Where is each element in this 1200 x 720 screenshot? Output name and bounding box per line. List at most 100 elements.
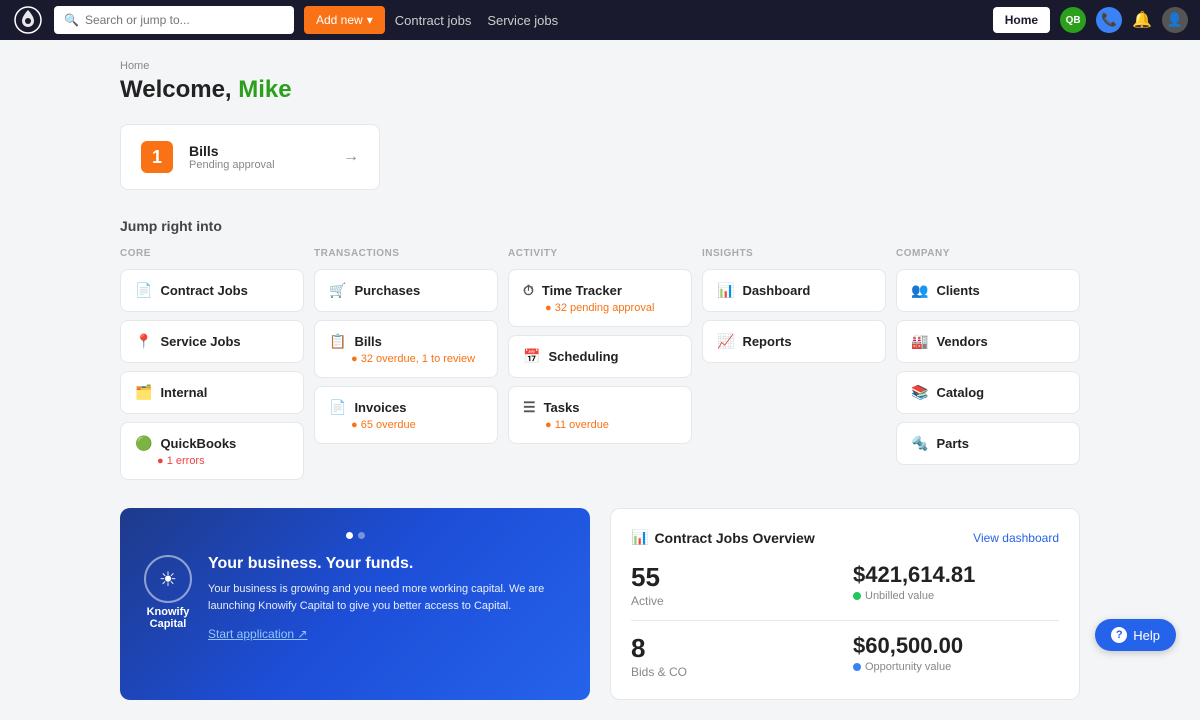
scheduling-icon: 📅 xyxy=(523,348,540,365)
promo-logo: ☀ KnowifyCapital xyxy=(144,555,192,630)
clients-label: Clients xyxy=(936,283,979,298)
user-icon: 👤 xyxy=(1167,12,1183,28)
promo-cta-link[interactable]: Start application ↗ xyxy=(208,627,307,641)
unbilled-sub-text: Unbilled value xyxy=(865,590,934,602)
service-jobs-label: Service Jobs xyxy=(160,334,240,349)
contract-jobs-label: Contract Jobs xyxy=(160,283,247,298)
view-dashboard-link[interactable]: View dashboard xyxy=(973,531,1059,545)
jump-card-vendors[interactable]: 🏭 Vendors xyxy=(896,320,1080,363)
help-button[interactable]: ? Help xyxy=(1095,619,1176,651)
jump-card-time-tracker[interactable]: ⏱ Time Tracker ● 32 pending approval xyxy=(508,269,692,327)
promo-body: Your business is growing and you need mo… xyxy=(208,581,566,614)
opportunity-dot xyxy=(853,663,861,671)
time-tracker-label: Time Tracker xyxy=(542,283,622,298)
jump-col-activity: ACTIVITY ⏱ Time Tracker ● 32 pending app… xyxy=(508,248,692,480)
home-button[interactable]: Home xyxy=(993,7,1050,33)
main-content: Home Welcome, Mike 1 Bills Pending appro… xyxy=(0,40,1200,720)
jump-card-clients[interactable]: 👥 Clients xyxy=(896,269,1080,312)
tasks-label: Tasks xyxy=(544,400,580,415)
col-label-insights: INSIGHTS xyxy=(702,248,886,259)
overview-card: 📊 Contract Jobs Overview View dashboard … xyxy=(610,508,1080,700)
promo-dot-1[interactable] xyxy=(346,532,353,539)
internal-label: Internal xyxy=(160,385,207,400)
promo-dot-2[interactable] xyxy=(358,532,365,539)
vendors-label: Vendors xyxy=(936,334,987,349)
promo-logo-circle: ☀ xyxy=(144,555,192,603)
col-label-core: CORE xyxy=(120,248,304,259)
bills-card[interactable]: 1 Bills Pending approval → xyxy=(120,124,380,190)
promo-dots xyxy=(144,532,566,539)
user-avatar[interactable]: 👤 xyxy=(1162,7,1188,33)
dropdown-icon: ▾ xyxy=(367,13,373,27)
catalog-label: Catalog xyxy=(936,385,984,400)
jump-card-quickbooks[interactable]: 🟢 QuickBooks ● 1 errors xyxy=(120,422,304,480)
jump-card-catalog[interactable]: 📚 Catalog xyxy=(896,371,1080,414)
col-label-company: COMPANY xyxy=(896,248,1080,259)
opportunity-sub-text: Opportunity value xyxy=(865,661,951,673)
jump-card-internal[interactable]: 🗂️ Internal xyxy=(120,371,304,414)
phone-button[interactable]: 📞 xyxy=(1096,7,1122,33)
jump-card-invoices[interactable]: 📄 Invoices ● 65 overdue xyxy=(314,386,498,444)
quickbooks-avatar[interactable]: QB xyxy=(1060,7,1086,33)
internal-icon: 🗂️ xyxy=(135,384,152,401)
parts-label: Parts xyxy=(936,436,969,451)
overview-icon: 📊 xyxy=(631,529,648,546)
stat-active-number: 55 xyxy=(631,562,837,593)
jump-card-bills[interactable]: 📋 Bills ● 32 overdue, 1 to review xyxy=(314,320,498,378)
bottom-section: ☀ KnowifyCapital Your business. Your fun… xyxy=(120,508,1080,700)
stat-active: 55 Active xyxy=(631,562,837,608)
stat-bids-number: 8 xyxy=(631,633,837,664)
nav-links: Contract jobs Service jobs xyxy=(395,13,983,28)
add-new-label: Add new xyxy=(316,13,363,27)
welcome-name: Mike xyxy=(238,76,291,103)
jump-card-scheduling[interactable]: 📅 Scheduling xyxy=(508,335,692,378)
bills-card-arrow: → xyxy=(343,148,359,166)
vendors-icon: 🏭 xyxy=(911,333,928,350)
nav-service-jobs-link[interactable]: Service jobs xyxy=(487,13,558,28)
jump-card-tasks[interactable]: ☰ Tasks ● 11 overdue xyxy=(508,386,692,444)
notifications-icon[interactable]: 🔔 xyxy=(1132,10,1152,30)
tasks-sub: ● 11 overdue xyxy=(523,419,677,431)
nav-contract-jobs-link[interactable]: Contract jobs xyxy=(395,13,472,28)
jump-card-reports[interactable]: 📈 Reports xyxy=(702,320,886,363)
overview-title-text: Contract Jobs Overview xyxy=(654,530,814,546)
promo-logo-icon: ☀ xyxy=(159,567,177,592)
invoices-icon: 📄 xyxy=(329,399,346,416)
jump-card-contract-jobs[interactable]: 📄 Contract Jobs xyxy=(120,269,304,312)
help-icon: ? xyxy=(1111,627,1127,643)
col-label-transactions: TRANSACTIONS xyxy=(314,248,498,259)
search-bar[interactable]: 🔍 xyxy=(54,6,294,34)
search-input[interactable] xyxy=(85,13,284,27)
dashboard-label: Dashboard xyxy=(742,283,810,298)
stat-opportunity-sub: Opportunity value xyxy=(853,661,1059,673)
help-label: Help xyxy=(1133,628,1160,643)
promo-headline: Your business. Your funds. xyxy=(208,555,566,573)
search-icon: 🔍 xyxy=(64,13,79,27)
jump-card-purchases[interactable]: 🛒 Purchases xyxy=(314,269,498,312)
dashboard-icon: 📊 xyxy=(717,282,734,299)
bills-badge: 1 xyxy=(141,141,173,173)
jump-col-company: COMPANY 👥 Clients 🏭 Vendors 📚 Catalog xyxy=(896,248,1080,480)
jump-card-dashboard[interactable]: 📊 Dashboard xyxy=(702,269,886,312)
add-new-button[interactable]: Add new ▾ xyxy=(304,6,385,34)
bills-card-title: Bills xyxy=(189,143,327,159)
jump-card-parts[interactable]: 🔩 Parts xyxy=(896,422,1080,465)
clients-icon: 👥 xyxy=(911,282,928,299)
jump-grid: CORE 📄 Contract Jobs 📍 Service Jobs 🗂️ I… xyxy=(120,248,1080,480)
stat-unbilled-value: $421,614.81 xyxy=(853,562,1059,588)
quickbooks-icon: 🟢 xyxy=(135,435,152,452)
contract-jobs-icon: 📄 xyxy=(135,282,152,299)
purchases-icon: 🛒 xyxy=(329,282,346,299)
jump-col-transactions: TRANSACTIONS 🛒 Purchases 📋 Bills ● 32 ov… xyxy=(314,248,498,480)
purchases-label: Purchases xyxy=(354,283,420,298)
jump-card-service-jobs[interactable]: 📍 Service Jobs xyxy=(120,320,304,363)
invoices-label: Invoices xyxy=(354,400,406,415)
phone-icon: 📞 xyxy=(1101,12,1117,28)
scheduling-label: Scheduling xyxy=(548,349,618,364)
jump-col-core: CORE 📄 Contract Jobs 📍 Service Jobs 🗂️ I… xyxy=(120,248,304,480)
reports-icon: 📈 xyxy=(717,333,734,350)
bills-card-subtitle: Pending approval xyxy=(189,159,327,171)
overview-stats: 55 Active $421,614.81 Unbilled value xyxy=(631,562,1059,608)
welcome-heading: Welcome, Mike xyxy=(120,76,1080,104)
overview-title: 📊 Contract Jobs Overview xyxy=(631,529,815,546)
